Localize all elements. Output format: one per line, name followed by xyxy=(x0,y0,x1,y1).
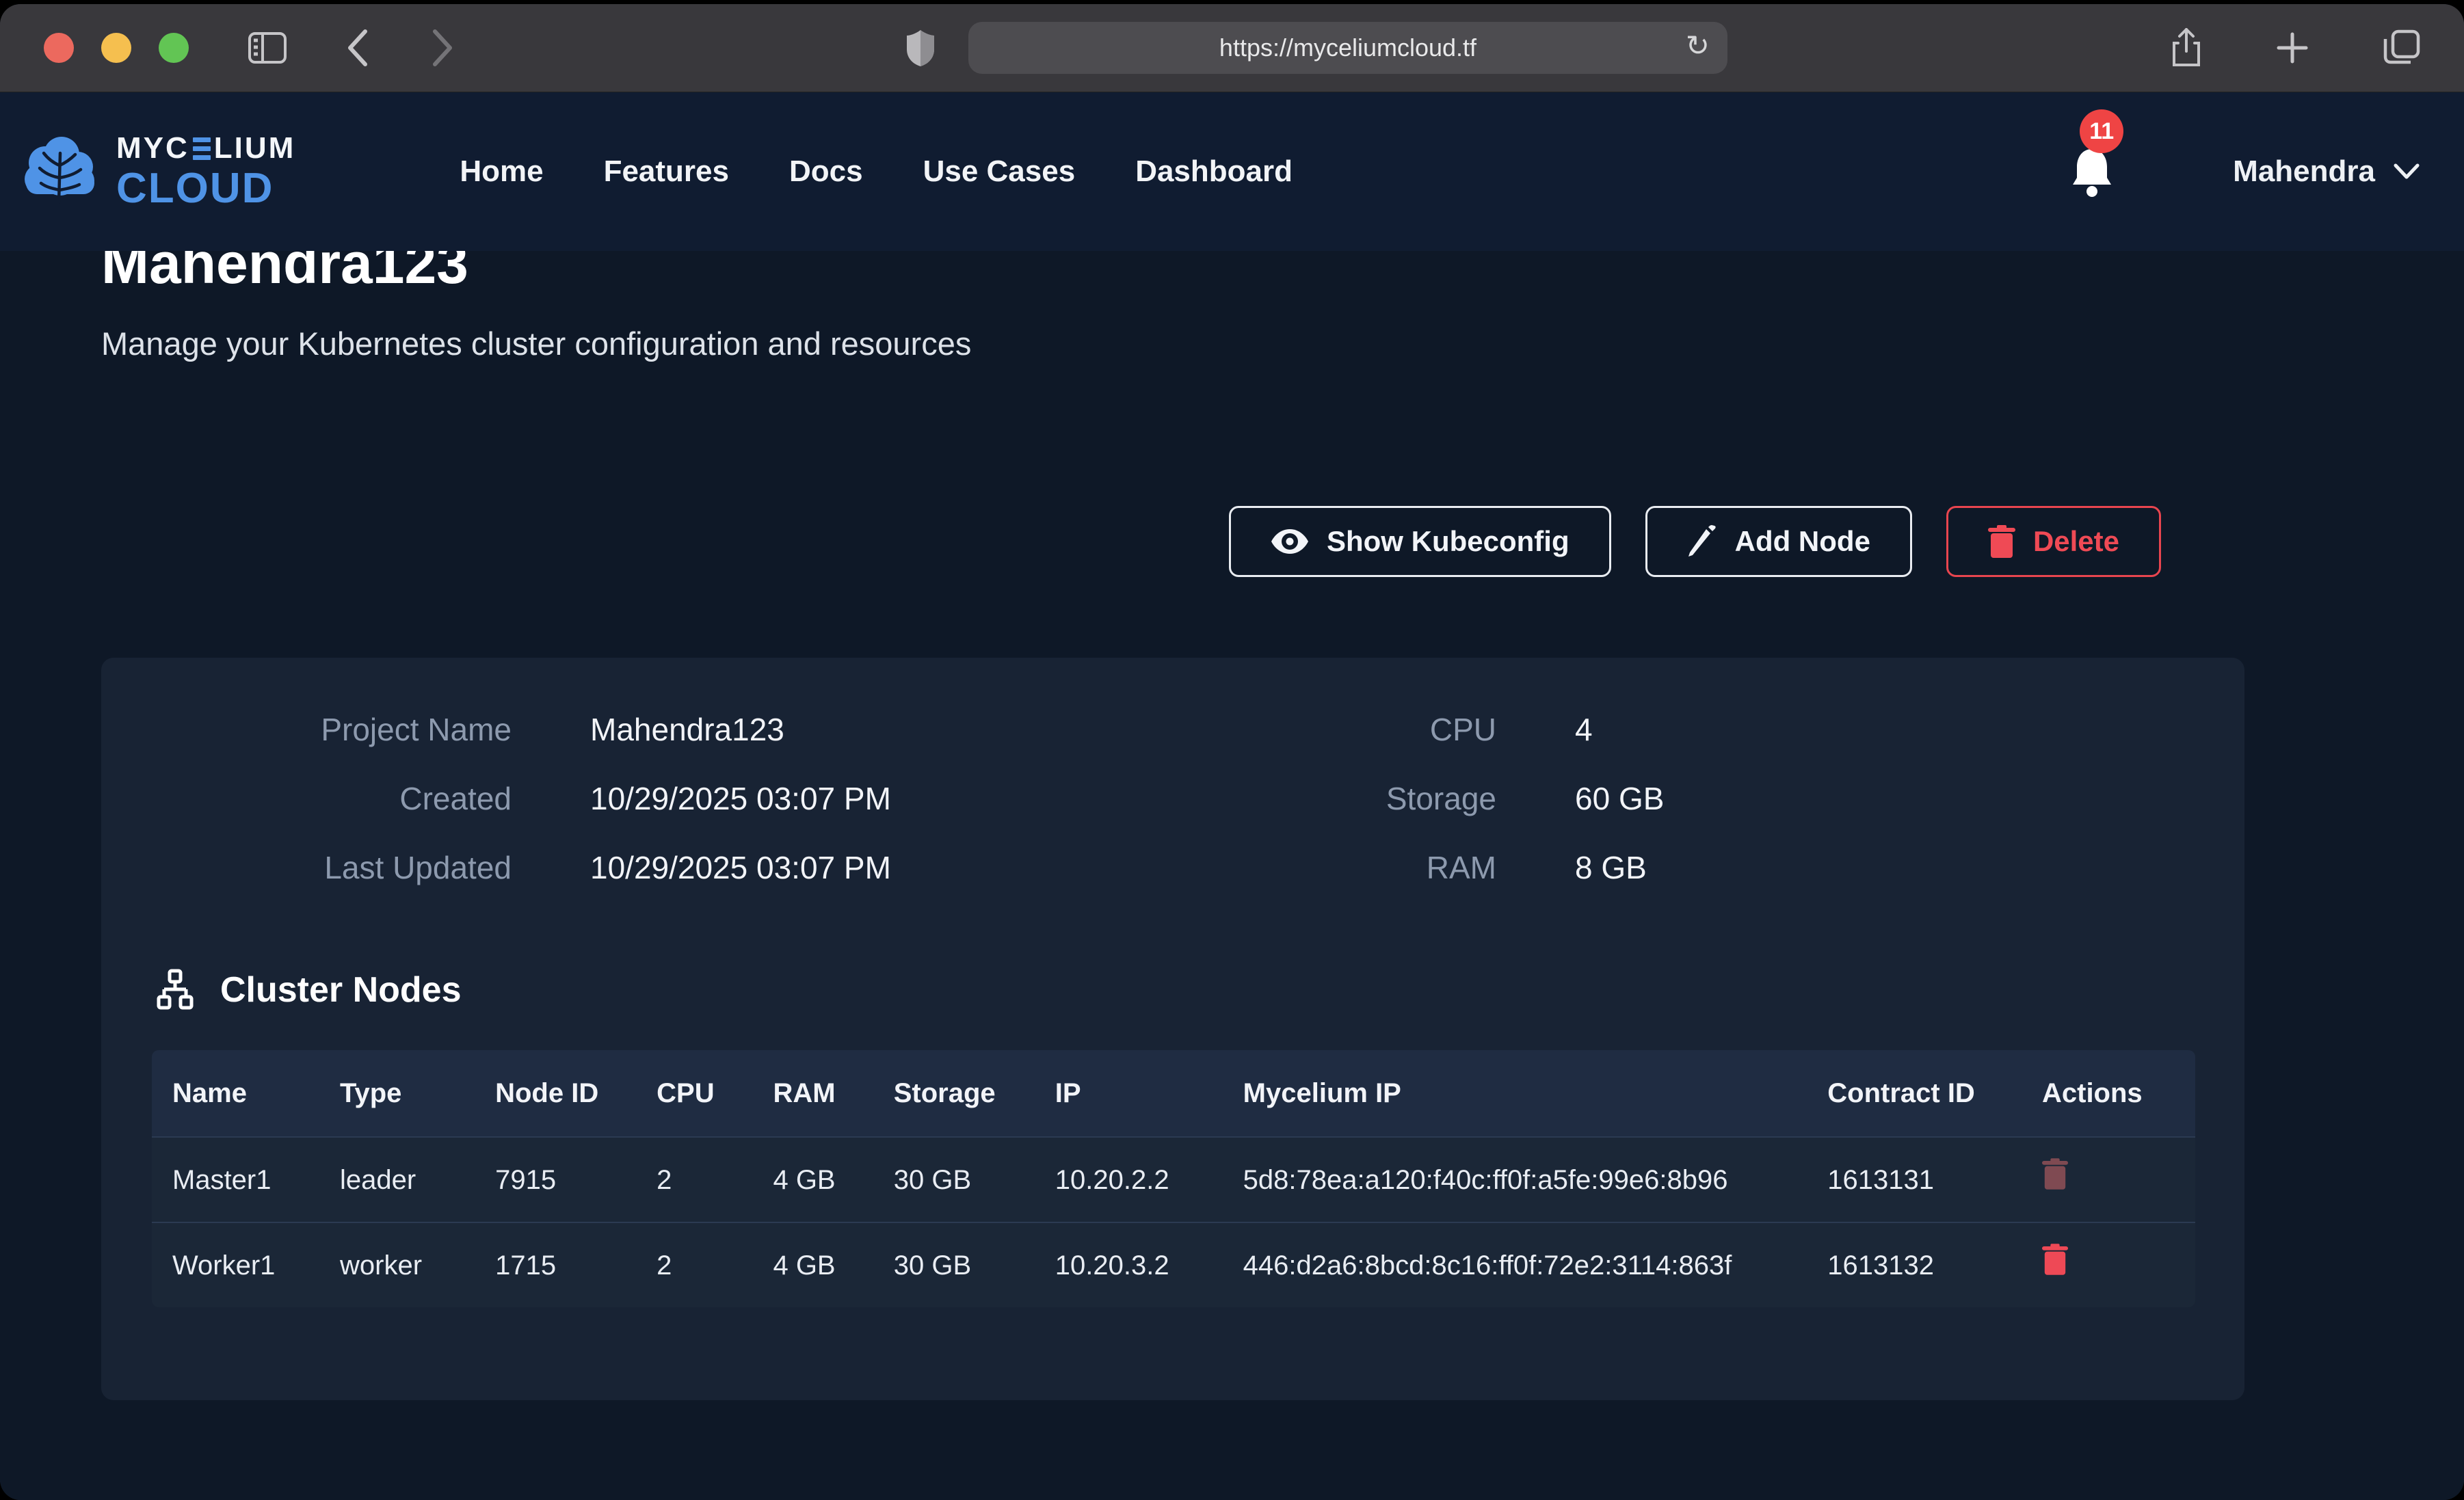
nav-item-docs[interactable]: Docs xyxy=(789,155,863,189)
table-row: Worker1 worker 1715 2 4 GB 30 GB 10.20.3… xyxy=(152,1222,2195,1307)
detail-value: 60 GB xyxy=(1575,780,2244,817)
notification-badge: 11 xyxy=(2080,109,2123,153)
delete-node-button[interactable] xyxy=(2042,1158,2068,1190)
user-menu[interactable]: Mahendra xyxy=(2233,155,2420,189)
trash-icon xyxy=(2042,1244,2068,1275)
cell-storage: 30 GB xyxy=(873,1137,1035,1222)
table-header-row: Name Type Node ID CPU RAM Storage IP Myc… xyxy=(152,1050,2195,1137)
cell-ip: 10.20.2.2 xyxy=(1035,1137,1223,1222)
close-window-button[interactable] xyxy=(44,33,74,63)
delete-cluster-button[interactable]: Delete xyxy=(1946,506,2161,577)
detail-value: 8 GB xyxy=(1575,849,2244,886)
detail-label: RAM xyxy=(1189,849,1496,886)
cell-mycelium-ip: 446:d2a6:8bcd:8c16:ff0f:72e2:3114:863f xyxy=(1223,1222,1807,1307)
delete-node-button[interactable] xyxy=(2042,1244,2068,1275)
cluster-details-card: Project Name Mahendra123 CPU 4 Created 1… xyxy=(101,658,2244,1400)
user-name: Mahendra xyxy=(2233,155,2375,189)
cluster-actions: Show Kubeconfig Add Node Delete xyxy=(0,506,2161,577)
main-content: Mahendra123 Manage your Kubernetes clust… xyxy=(0,251,2464,1500)
notifications-button[interactable]: 11 xyxy=(2067,145,2117,198)
shield-icon[interactable] xyxy=(905,29,936,67)
detail-label: CPU xyxy=(1189,711,1496,748)
detail-value: 10/29/2025 03:07 PM xyxy=(590,780,1110,817)
col-ram: RAM xyxy=(752,1050,873,1137)
back-icon[interactable] xyxy=(346,29,369,67)
cell-type: leader xyxy=(319,1137,475,1222)
page-title-clip: Mahendra123 xyxy=(101,251,2464,295)
col-ip: IP xyxy=(1035,1050,1223,1137)
sidebar-toggle-icon[interactable] xyxy=(248,31,287,64)
cell-ip: 10.20.3.2 xyxy=(1035,1222,1223,1307)
browser-chrome: https://myceliumcloud.tf ↻ xyxy=(0,4,2464,92)
cluster-nodes-table: Name Type Node ID CPU RAM Storage IP Myc… xyxy=(152,1050,2195,1307)
brand-line2: CLOUD xyxy=(116,168,295,210)
cell-ram: 4 GB xyxy=(752,1222,873,1307)
add-node-button[interactable]: Add Node xyxy=(1645,506,1912,577)
cell-contract-id: 1613132 xyxy=(1807,1222,2022,1307)
chevron-down-icon xyxy=(2393,163,2420,180)
col-contract-id: Contract ID xyxy=(1807,1050,2022,1137)
detail-value: 10/29/2025 03:07 PM xyxy=(590,849,1110,886)
nav-item-home[interactable]: Home xyxy=(460,155,543,189)
new-tab-icon[interactable] xyxy=(2277,32,2308,64)
nav-item-dashboard[interactable]: Dashboard xyxy=(1135,155,1293,189)
cluster-nodes-heading: Cluster Nodes xyxy=(153,968,2244,1012)
col-cpu: CPU xyxy=(636,1050,752,1137)
trash-icon xyxy=(2042,1158,2068,1190)
cell-storage: 30 GB xyxy=(873,1222,1035,1307)
detail-label: Last Updated xyxy=(101,849,512,886)
detail-label: Created xyxy=(101,780,512,817)
cell-cpu: 2 xyxy=(636,1222,752,1307)
brand-letter-e xyxy=(193,137,211,160)
traffic-lights xyxy=(44,33,189,63)
cell-node-id: 1715 xyxy=(475,1222,636,1307)
nav-item-features[interactable]: Features xyxy=(604,155,729,189)
cell-type: worker xyxy=(319,1222,475,1307)
cell-mycelium-ip: 5d8:78ea:a120:f40c:ff0f:a5fe:99e6:8b96 xyxy=(1223,1137,1807,1222)
col-mycelium-ip: Mycelium IP xyxy=(1223,1050,1807,1137)
address-bar[interactable]: https://myceliumcloud.tf ↻ xyxy=(968,22,1727,74)
cell-contract-id: 1613131 xyxy=(1807,1137,2022,1222)
brand-line1: MYCLIUM xyxy=(116,133,295,163)
cell-ram: 4 GB xyxy=(752,1137,873,1222)
nav-item-use-cases[interactable]: Use Cases xyxy=(923,155,1076,189)
page-subtitle: Manage your Kubernetes cluster configura… xyxy=(101,325,2464,362)
site-navbar: MYCLIUM CLOUD Home Features Docs Use Cas… xyxy=(0,92,2464,251)
col-actions: Actions xyxy=(2022,1050,2195,1137)
cell-node-id: 7915 xyxy=(475,1137,636,1222)
col-type: Type xyxy=(319,1050,475,1137)
bell-icon xyxy=(2067,145,2117,198)
cloud-tree-logo-icon xyxy=(19,134,101,209)
table-row: Master1 leader 7915 2 4 GB 30 GB 10.20.2… xyxy=(152,1137,2195,1222)
col-name: Name xyxy=(152,1050,319,1137)
detail-value: 4 xyxy=(1575,711,2244,748)
url-text: https://myceliumcloud.tf xyxy=(1219,34,1476,62)
col-node-id: Node ID xyxy=(475,1050,636,1137)
detail-label: Storage xyxy=(1189,780,1496,817)
page-title: Mahendra123 xyxy=(101,251,2464,295)
trash-icon xyxy=(1988,525,2015,558)
nav-links: Home Features Docs Use Cases Dashboard xyxy=(460,155,1293,189)
detail-label: Project Name xyxy=(101,711,512,748)
show-kubeconfig-button[interactable]: Show Kubeconfig xyxy=(1229,506,1611,577)
minimize-window-button[interactable] xyxy=(101,33,131,63)
project-details: Project Name Mahendra123 CPU 4 Created 1… xyxy=(101,658,2244,886)
cell-name: Worker1 xyxy=(152,1222,319,1307)
cell-name: Master1 xyxy=(152,1137,319,1222)
detail-value: Mahendra123 xyxy=(590,711,1110,748)
pencil-icon xyxy=(1687,525,1717,558)
reload-icon[interactable]: ↻ xyxy=(1686,31,1710,60)
col-storage: Storage xyxy=(873,1050,1035,1137)
brand-logo[interactable]: MYCLIUM CLOUD xyxy=(19,133,295,210)
cell-cpu: 2 xyxy=(636,1137,752,1222)
browser-window: https://myceliumcloud.tf ↻ xyxy=(0,4,2464,1500)
eye-icon xyxy=(1271,528,1309,555)
cluster-nodes-icon xyxy=(153,968,197,1012)
zoom-window-button[interactable] xyxy=(159,33,189,63)
forward-icon[interactable] xyxy=(431,29,454,67)
share-icon[interactable] xyxy=(2171,28,2201,68)
tabs-overview-icon[interactable] xyxy=(2383,29,2420,66)
